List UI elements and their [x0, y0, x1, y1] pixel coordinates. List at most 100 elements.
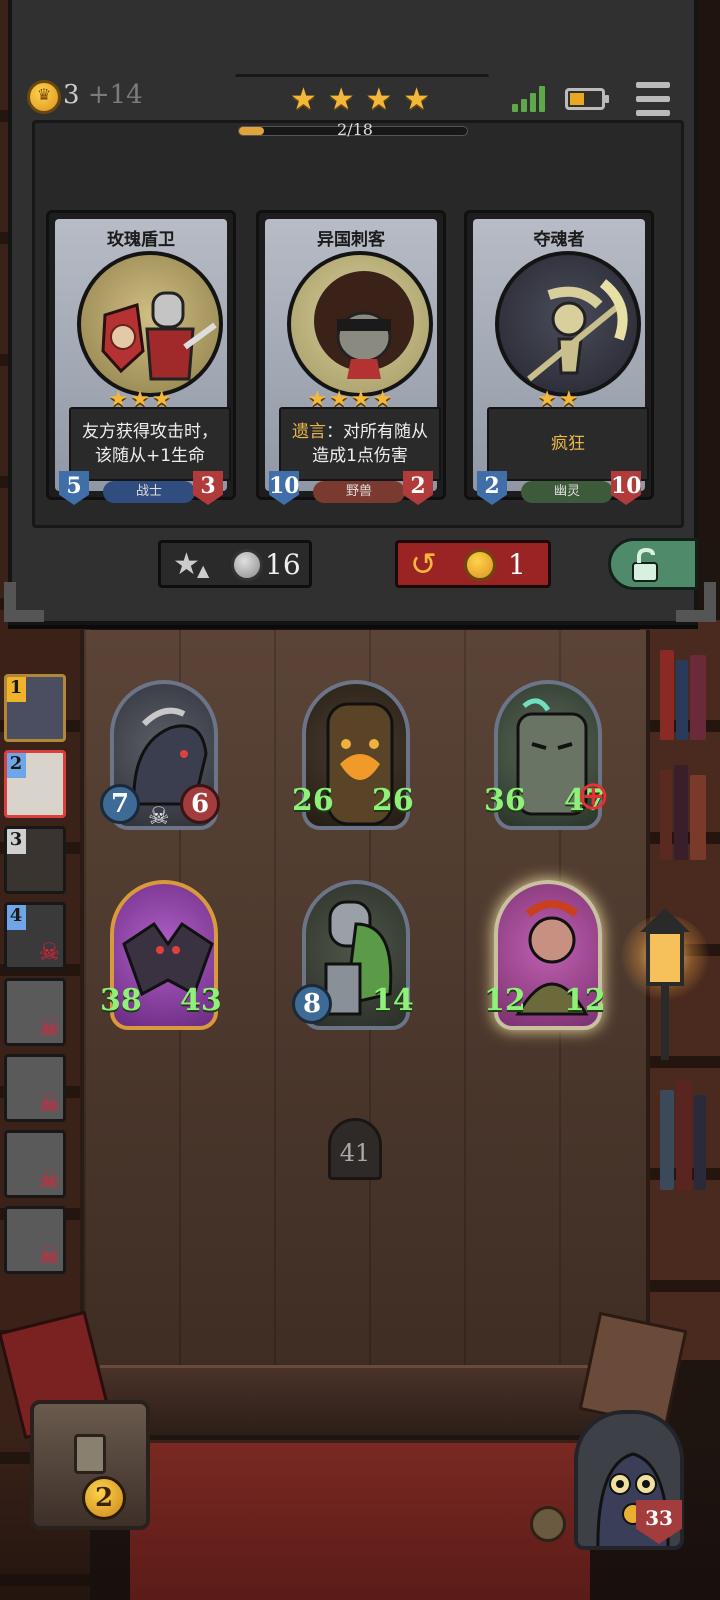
eliminated-skull-icon: ☠ — [38, 1014, 60, 1042]
history-opponent-8[interactable]: ☠ — [4, 1206, 66, 1274]
hedgehog-assassin-art — [287, 251, 433, 397]
board-minion-6[interactable]: 12 12 — [484, 880, 606, 1030]
tier-progress-fill — [239, 127, 265, 135]
history-opponent-4[interactable]: 4 ☠ — [4, 902, 66, 970]
unlock-icon — [632, 547, 658, 582]
board-minion-3[interactable]: 36 47 ⊕ — [484, 680, 610, 830]
tier-progress-label: 2/18 — [337, 120, 373, 139]
battery-icon — [565, 88, 609, 110]
board-minion-5[interactable]: 8 14 — [292, 880, 414, 1030]
freeze-shop-button[interactable] — [608, 538, 698, 590]
knight-icon — [101, 291, 217, 381]
chest-count-badge: 2 — [82, 1476, 126, 1520]
card-name: 异国刺客 — [317, 230, 385, 250]
minion-attack: 26 — [292, 783, 334, 818]
history-opponent-5[interactable]: ☠ — [4, 978, 66, 1046]
hero-health: 33 — [645, 1506, 673, 1530]
card-name: 玫瑰盾卫 — [107, 230, 175, 250]
gold-coin-icon: ♛ — [27, 80, 61, 114]
history-rank: 4 — [7, 905, 26, 930]
minion-health: 43 — [180, 983, 222, 1018]
door-counter-value: 41 — [339, 1139, 371, 1167]
history-opponent-6[interactable]: ☠ — [4, 1054, 66, 1122]
eliminated-skull-icon: ☠ — [38, 1166, 60, 1194]
reroll-cost: 1 — [508, 548, 526, 581]
history-opponent-2[interactable]: 2 — [4, 750, 66, 818]
book — [690, 655, 706, 740]
reaper-icon — [527, 279, 628, 382]
card-description: 疯狂 — [487, 407, 649, 481]
shop-card-3[interactable]: 夺魂者 ★★ 疯狂 幽灵 2 10 — [464, 210, 654, 505]
board-minion-4[interactable]: 38 43 — [100, 880, 222, 1030]
arrow-up-icon: ▲ — [197, 561, 210, 580]
eliminated-skull-icon: ☠ — [38, 1090, 60, 1118]
gold-amount: 3 — [63, 80, 80, 110]
eliminated-skull-icon: ☠ — [38, 1242, 60, 1270]
star-up-icon: ★ — [173, 547, 200, 582]
tribe-tag: 野兽 — [313, 481, 405, 503]
carpet — [130, 1440, 590, 1600]
minion-attack: 36 — [484, 783, 526, 818]
tier-star-icon: ★ — [365, 82, 393, 117]
chest-count: 2 — [94, 1483, 114, 1513]
tier-star-icon: ★ — [290, 82, 317, 117]
card-description: 遗言：对所有随从造成1点伤害 — [279, 407, 441, 481]
target-icon: ⊕ — [576, 773, 610, 819]
book — [660, 1090, 674, 1190]
card-health: 3 — [193, 471, 223, 505]
history-rank: 2 — [7, 753, 26, 778]
book — [676, 1080, 692, 1190]
shop-card-2[interactable]: 异国刺客 ★★★★ 遗言：对所有随从造成1点伤害 野兽 10 2 — [256, 210, 446, 505]
minion-attack: 38 — [100, 983, 142, 1018]
board-minion-2[interactable]: 26 26 — [292, 680, 414, 830]
hero-power-button[interactable] — [530, 1506, 566, 1542]
upgrade-tavern-button[interactable]: ★ ▲ 16 — [158, 540, 312, 588]
card-health: 2 — [403, 471, 433, 505]
refresh-icon: ↺ — [410, 545, 437, 583]
book — [690, 775, 706, 860]
card-attack: 5 — [59, 471, 89, 505]
hedgehog-icon — [314, 271, 414, 379]
upgrade-cost: 16 — [265, 548, 301, 581]
reroll-button[interactable]: ↺ 1 — [395, 540, 551, 588]
door-step — [100, 1365, 640, 1435]
eliminated-skull-icon: ☠ — [38, 938, 60, 966]
tier-star-icon: ★ — [403, 82, 430, 117]
shop-card-1[interactable]: 玫瑰盾卫 ★★★ 友方获得攻击时，该随从+1生命 战士 5 3 — [46, 210, 236, 505]
card-attack: 10 — [269, 471, 299, 505]
gold-coin-icon — [464, 549, 496, 581]
card-health: 10 — [611, 471, 641, 505]
minion-attack: 12 — [484, 983, 526, 1018]
lock-icon — [74, 1434, 106, 1474]
minion-health: 6 — [180, 784, 220, 824]
minion-health: 26 — [372, 783, 414, 818]
skull-icon: ☠ — [148, 802, 170, 830]
signal-icon — [512, 86, 546, 112]
deathrattle-keyword: 遗言 — [292, 422, 326, 442]
history-rank: 3 — [7, 829, 26, 854]
tribe-tag: 战士 — [103, 481, 195, 503]
book — [660, 770, 672, 860]
gold-income: +14 — [87, 80, 143, 110]
gold-counter: 3 +14 — [63, 80, 143, 110]
board-minion-1[interactable]: 7 6 ☠ — [100, 680, 220, 830]
lamp-icon — [620, 908, 710, 1060]
card-name: 夺魂者 — [533, 230, 585, 250]
menu-icon[interactable] — [636, 82, 670, 116]
history-opponent-3[interactable]: 3 — [4, 826, 66, 894]
book — [660, 650, 674, 740]
silver-coin-icon — [231, 549, 263, 581]
tier-star-icon: ★ — [327, 82, 355, 117]
minion-attack: 7 — [100, 784, 140, 824]
minion-health: 12 — [564, 983, 606, 1018]
soul-reaper-art — [495, 251, 641, 397]
history-opponent-7[interactable]: ☠ — [4, 1130, 66, 1198]
tier-stars: ★ ★ ★ ★ — [290, 84, 430, 116]
history-opponent-1[interactable]: 1 — [4, 674, 66, 742]
book — [674, 765, 688, 860]
minion-attack: 8 — [292, 984, 332, 1024]
card-description: 友方获得攻击时，该随从+1生命 — [69, 407, 231, 481]
door-counter: 41 — [328, 1118, 382, 1180]
book — [694, 1095, 706, 1190]
tribe-tag: 幽灵 — [521, 481, 613, 503]
